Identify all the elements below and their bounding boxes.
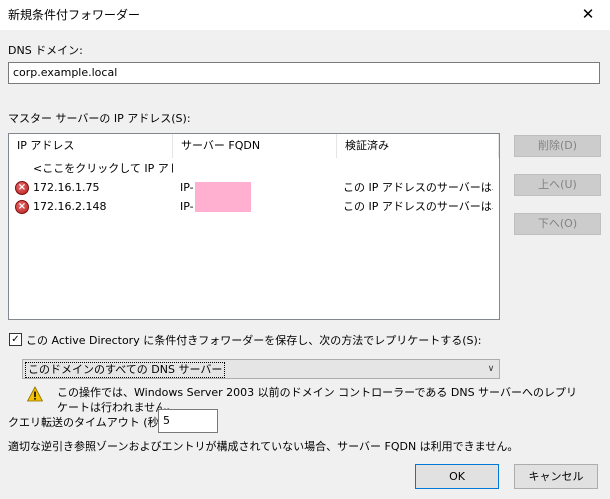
dns-domain-label: DNS ドメイン: <box>8 44 83 57</box>
ok-button[interactable]: OK <box>415 464 499 489</box>
delete-button[interactable]: 削除(D) <box>514 135 601 157</box>
replicate-checkbox[interactable]: ✓ <box>9 333 22 346</box>
error-icon: × <box>15 200 29 214</box>
move-down-button[interactable]: 下へ(O) <box>514 213 601 235</box>
replicate-label[interactable]: この Active Directory に条件付きフォワーダーを保存し、次の方法… <box>26 332 481 348</box>
ip-address-cell: 172.16.1.75 <box>33 181 100 194</box>
redaction-mark <box>195 182 251 198</box>
window-title: 新規条件付フォワーダー <box>8 8 141 22</box>
validated-cell: この IP アドレスのサーバーは、... <box>343 181 493 194</box>
warning-icon <box>26 386 44 402</box>
warning-text-line1: この操作では、Windows Server 2003 以前のドメイン コントロー… <box>57 386 577 399</box>
timeout-input[interactable]: 5 <box>158 409 218 433</box>
cancel-button[interactable]: キャンセル <box>514 464 598 489</box>
add-ip-row[interactable]: <ここをクリックして IP アドレ... <box>9 159 499 179</box>
column-header-ip[interactable]: IP アドレス <box>9 134 173 158</box>
master-servers-list[interactable]: IP アドレス サーバー FQDN 検証済み <ここをクリックして IP アドレ… <box>8 133 500 320</box>
replication-scope-select[interactable]: このドメインのすべての DNS サーバー ∨ <box>22 359 500 379</box>
column-header-fqdn[interactable]: サーバー FQDN <box>173 134 337 158</box>
check-mark-icon: ✓ <box>11 334 20 345</box>
replication-scope-value: このドメインのすべての DNS サーバー <box>25 362 226 378</box>
title-bar: 新規条件付フォワーダー ✕ <box>0 0 610 30</box>
ip-address-cell: 172.16.2.148 <box>33 200 107 213</box>
close-icon: ✕ <box>581 5 595 23</box>
dns-domain-input[interactable]: corp.example.local <box>8 62 600 84</box>
close-button[interactable]: ✕ <box>566 0 610 30</box>
move-up-button[interactable]: 上へ(U) <box>514 174 601 196</box>
redaction-mark <box>195 197 251 212</box>
validated-cell: この IP アドレスのサーバーは、... <box>343 200 493 213</box>
master-servers-label: マスター サーバーの IP アドレス(S): <box>8 112 191 125</box>
table-row[interactable]: × 172.16.1.75 IP- この IP アドレスのサーバーは、... <box>9 178 499 198</box>
table-row[interactable]: × 172.16.2.148 IP- この IP アドレスのサーバーは、... <box>9 197 499 217</box>
column-header-validated[interactable]: 検証済み <box>337 134 499 158</box>
fqdn-note: 適切な逆引き参照ゾーンおよびエントリが構成されていない場合、サーバー FQDN … <box>8 440 519 453</box>
error-icon: × <box>15 181 29 195</box>
add-ip-placeholder[interactable]: <ここをクリックして IP アドレ... <box>33 159 173 179</box>
timeout-label: クエリ転送のタイムアウト (秒): <box>8 416 167 429</box>
chevron-down-icon: ∨ <box>487 364 495 374</box>
